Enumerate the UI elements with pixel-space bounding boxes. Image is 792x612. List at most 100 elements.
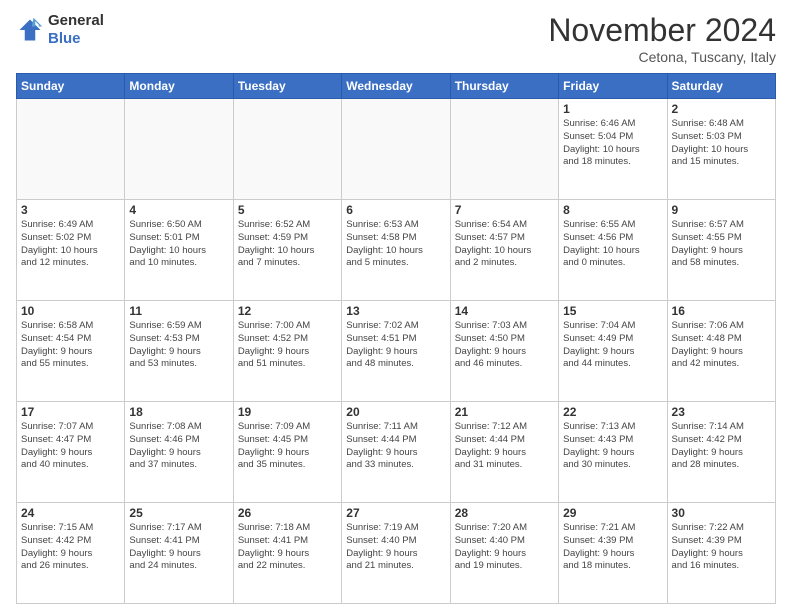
- calendar-cell: 16 Sunrise: 7:06 AMSunset: 4:48 PMDayligh…: [667, 301, 775, 402]
- day-info: Sunrise: 6:53 AMSunset: 4:58 PMDaylight:…: [346, 219, 445, 270]
- day-number: 5: [238, 203, 337, 217]
- day-number: 18: [129, 405, 228, 419]
- day-info: Sunrise: 7:07 AMSunset: 4:47 PMDaylight:…: [21, 421, 120, 472]
- day-number: 13: [346, 304, 445, 318]
- day-number: 19: [238, 405, 337, 419]
- calendar-cell: 24 Sunrise: 7:15 AMSunset: 4:42 PMDayligh…: [17, 503, 125, 604]
- weekday-header-friday: Friday: [559, 74, 667, 99]
- calendar-cell: 2 Sunrise: 6:48 AMSunset: 5:03 PMDaylight…: [667, 99, 775, 200]
- day-info: Sunrise: 6:59 AMSunset: 4:53 PMDaylight:…: [129, 320, 228, 371]
- calendar-cell: 22 Sunrise: 7:13 AMSunset: 4:43 PMDayligh…: [559, 402, 667, 503]
- day-info: Sunrise: 6:58 AMSunset: 4:54 PMDaylight:…: [21, 320, 120, 371]
- header: General Blue November 2024 Cetona, Tusca…: [16, 12, 776, 65]
- day-number: 15: [563, 304, 662, 318]
- calendar-cell: 17 Sunrise: 7:07 AMSunset: 4:47 PMDayligh…: [17, 402, 125, 503]
- calendar-cell: 14 Sunrise: 7:03 AMSunset: 4:50 PMDayligh…: [450, 301, 558, 402]
- day-info: Sunrise: 7:19 AMSunset: 4:40 PMDaylight:…: [346, 522, 445, 573]
- weekday-header-row: SundayMondayTuesdayWednesdayThursdayFrid…: [17, 74, 776, 99]
- calendar-cell: 10 Sunrise: 6:58 AMSunset: 4:54 PMDayligh…: [17, 301, 125, 402]
- day-number: 28: [455, 506, 554, 520]
- weekday-header-sunday: Sunday: [17, 74, 125, 99]
- calendar-cell: 19 Sunrise: 7:09 AMSunset: 4:45 PMDayligh…: [233, 402, 341, 503]
- calendar: SundayMondayTuesdayWednesdayThursdayFrid…: [16, 73, 776, 604]
- calendar-cell: 3Sunrise: 6:49 AMSunset: 5:02 PMDaylight…: [17, 200, 125, 301]
- day-number: 27: [346, 506, 445, 520]
- calendar-week-3: 10 Sunrise: 6:58 AMSunset: 4:54 PMDayligh…: [17, 301, 776, 402]
- day-info: Sunrise: 6:50 AMSunset: 5:01 PMDaylight:…: [129, 219, 228, 270]
- calendar-cell: [125, 99, 233, 200]
- calendar-week-4: 17 Sunrise: 7:07 AMSunset: 4:47 PMDayligh…: [17, 402, 776, 503]
- calendar-cell: [450, 99, 558, 200]
- day-number: 16: [672, 304, 771, 318]
- weekday-header-wednesday: Wednesday: [342, 74, 450, 99]
- day-info: Sunrise: 7:03 AMSunset: 4:50 PMDaylight:…: [455, 320, 554, 371]
- day-info: Sunrise: 7:08 AMSunset: 4:46 PMDaylight:…: [129, 421, 228, 472]
- day-number: 26: [238, 506, 337, 520]
- title-block: November 2024 Cetona, Tuscany, Italy: [548, 12, 776, 65]
- calendar-cell: 21Sunrise: 7:12 AMSunset: 4:44 PMDayligh…: [450, 402, 558, 503]
- day-info: Sunrise: 6:57 AMSunset: 4:55 PMDaylight:…: [672, 219, 771, 270]
- day-info: Sunrise: 7:18 AMSunset: 4:41 PMDaylight:…: [238, 522, 337, 573]
- calendar-cell: 27 Sunrise: 7:19 AMSunset: 4:40 PMDayligh…: [342, 503, 450, 604]
- day-number: 8: [563, 203, 662, 217]
- day-number: 6: [346, 203, 445, 217]
- day-number: 23: [672, 405, 771, 419]
- day-number: 17: [21, 405, 120, 419]
- day-number: 2: [672, 102, 771, 116]
- calendar-cell: 7 Sunrise: 6:54 AMSunset: 4:57 PMDaylight…: [450, 200, 558, 301]
- day-number: 25: [129, 506, 228, 520]
- day-number: 14: [455, 304, 554, 318]
- day-info: Sunrise: 6:46 AMSunset: 5:04 PMDaylight:…: [563, 118, 662, 169]
- calendar-cell: [342, 99, 450, 200]
- day-number: 9: [672, 203, 771, 217]
- day-info: Sunrise: 7:15 AMSunset: 4:42 PMDaylight:…: [21, 522, 120, 573]
- calendar-cell: 23 Sunrise: 7:14 AMSunset: 4:42 PMDayligh…: [667, 402, 775, 503]
- calendar-cell: 30 Sunrise: 7:22 AMSunset: 4:39 PMDayligh…: [667, 503, 775, 604]
- calendar-week-2: 3Sunrise: 6:49 AMSunset: 5:02 PMDaylight…: [17, 200, 776, 301]
- day-info: Sunrise: 6:48 AMSunset: 5:03 PMDaylight:…: [672, 118, 771, 169]
- day-info: Sunrise: 7:09 AMSunset: 4:45 PMDaylight:…: [238, 421, 337, 472]
- weekday-header-thursday: Thursday: [450, 74, 558, 99]
- calendar-cell: 29Sunrise: 7:21 AMSunset: 4:39 PMDayligh…: [559, 503, 667, 604]
- day-number: 10: [21, 304, 120, 318]
- month-title: November 2024: [548, 12, 776, 49]
- day-info: Sunrise: 6:55 AMSunset: 4:56 PMDaylight:…: [563, 219, 662, 270]
- day-info: Sunrise: 7:04 AMSunset: 4:49 PMDaylight:…: [563, 320, 662, 371]
- day-info: Sunrise: 7:02 AMSunset: 4:51 PMDaylight:…: [346, 320, 445, 371]
- day-number: 4: [129, 203, 228, 217]
- calendar-cell: 11Sunrise: 6:59 AMSunset: 4:53 PMDayligh…: [125, 301, 233, 402]
- calendar-cell: [17, 99, 125, 200]
- day-info: Sunrise: 6:49 AMSunset: 5:02 PMDaylight:…: [21, 219, 120, 270]
- calendar-cell: [233, 99, 341, 200]
- day-number: 1: [563, 102, 662, 116]
- day-info: Sunrise: 6:54 AMSunset: 4:57 PMDaylight:…: [455, 219, 554, 270]
- day-info: Sunrise: 7:22 AMSunset: 4:39 PMDaylight:…: [672, 522, 771, 573]
- weekday-header-saturday: Saturday: [667, 74, 775, 99]
- calendar-cell: 28Sunrise: 7:20 AMSunset: 4:40 PMDayligh…: [450, 503, 558, 604]
- day-info: Sunrise: 7:11 AMSunset: 4:44 PMDaylight:…: [346, 421, 445, 472]
- day-info: Sunrise: 7:17 AMSunset: 4:41 PMDaylight:…: [129, 522, 228, 573]
- calendar-cell: 26 Sunrise: 7:18 AMSunset: 4:41 PMDayligh…: [233, 503, 341, 604]
- day-number: 29: [563, 506, 662, 520]
- weekday-header-monday: Monday: [125, 74, 233, 99]
- day-info: Sunrise: 7:12 AMSunset: 4:44 PMDaylight:…: [455, 421, 554, 472]
- calendar-cell: 4 Sunrise: 6:50 AMSunset: 5:01 PMDaylight…: [125, 200, 233, 301]
- calendar-week-1: 1 Sunrise: 6:46 AMSunset: 5:04 PMDaylight…: [17, 99, 776, 200]
- calendar-cell: 5 Sunrise: 6:52 AMSunset: 4:59 PMDaylight…: [233, 200, 341, 301]
- calendar-week-5: 24 Sunrise: 7:15 AMSunset: 4:42 PMDayligh…: [17, 503, 776, 604]
- day-number: 20: [346, 405, 445, 419]
- calendar-cell: 20 Sunrise: 7:11 AMSunset: 4:44 PMDayligh…: [342, 402, 450, 503]
- day-number: 12: [238, 304, 337, 318]
- day-info: Sunrise: 7:14 AMSunset: 4:42 PMDaylight:…: [672, 421, 771, 472]
- calendar-cell: 6 Sunrise: 6:53 AMSunset: 4:58 PMDaylight…: [342, 200, 450, 301]
- logo-text: General Blue: [48, 12, 104, 48]
- day-number: 22: [563, 405, 662, 419]
- day-info: Sunrise: 7:06 AMSunset: 4:48 PMDaylight:…: [672, 320, 771, 371]
- day-number: 7: [455, 203, 554, 217]
- day-number: 30: [672, 506, 771, 520]
- day-number: 24: [21, 506, 120, 520]
- calendar-cell: 12Sunrise: 7:00 AMSunset: 4:52 PMDayligh…: [233, 301, 341, 402]
- day-info: Sunrise: 7:13 AMSunset: 4:43 PMDaylight:…: [563, 421, 662, 472]
- day-info: Sunrise: 6:52 AMSunset: 4:59 PMDaylight:…: [238, 219, 337, 270]
- calendar-cell: 8 Sunrise: 6:55 AMSunset: 4:56 PMDaylight…: [559, 200, 667, 301]
